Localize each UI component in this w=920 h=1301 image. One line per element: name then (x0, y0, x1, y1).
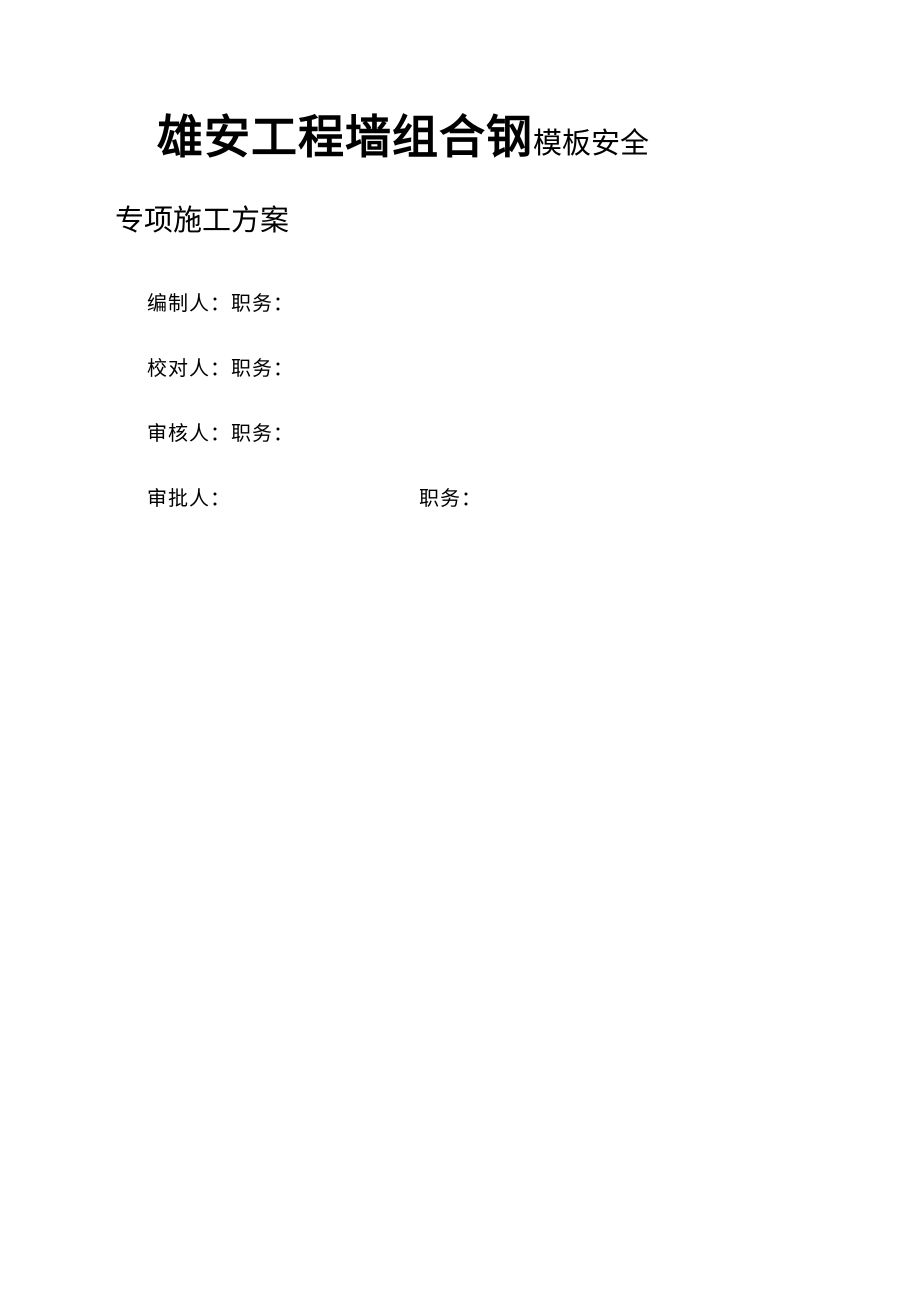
title-medium: 模板安全 (533, 128, 649, 160)
info-proofreader: 校对人：职务： (147, 352, 805, 381)
title-line: 雄安工程墙组合钢模板安全 (157, 110, 805, 165)
document-page: 雄安工程墙组合钢模板安全 专项施工方案 编制人：职务： 校对人：职务： 审核人：… (0, 0, 920, 511)
subtitle: 专项施工方案 (115, 197, 805, 239)
info-approver: 审批人： (147, 482, 419, 511)
title-large: 雄安工程墙组合钢 (157, 111, 533, 163)
info-approver-line: 审批人： 职务： (147, 482, 805, 511)
info-block: 编制人：职务： 校对人：职务： 审核人：职务： 审批人： 职务： (147, 287, 805, 511)
info-compiler: 编制人：职务： (147, 287, 805, 316)
info-approver-position: 职务： (419, 482, 482, 511)
info-reviewer: 审核人：职务： (147, 417, 805, 446)
